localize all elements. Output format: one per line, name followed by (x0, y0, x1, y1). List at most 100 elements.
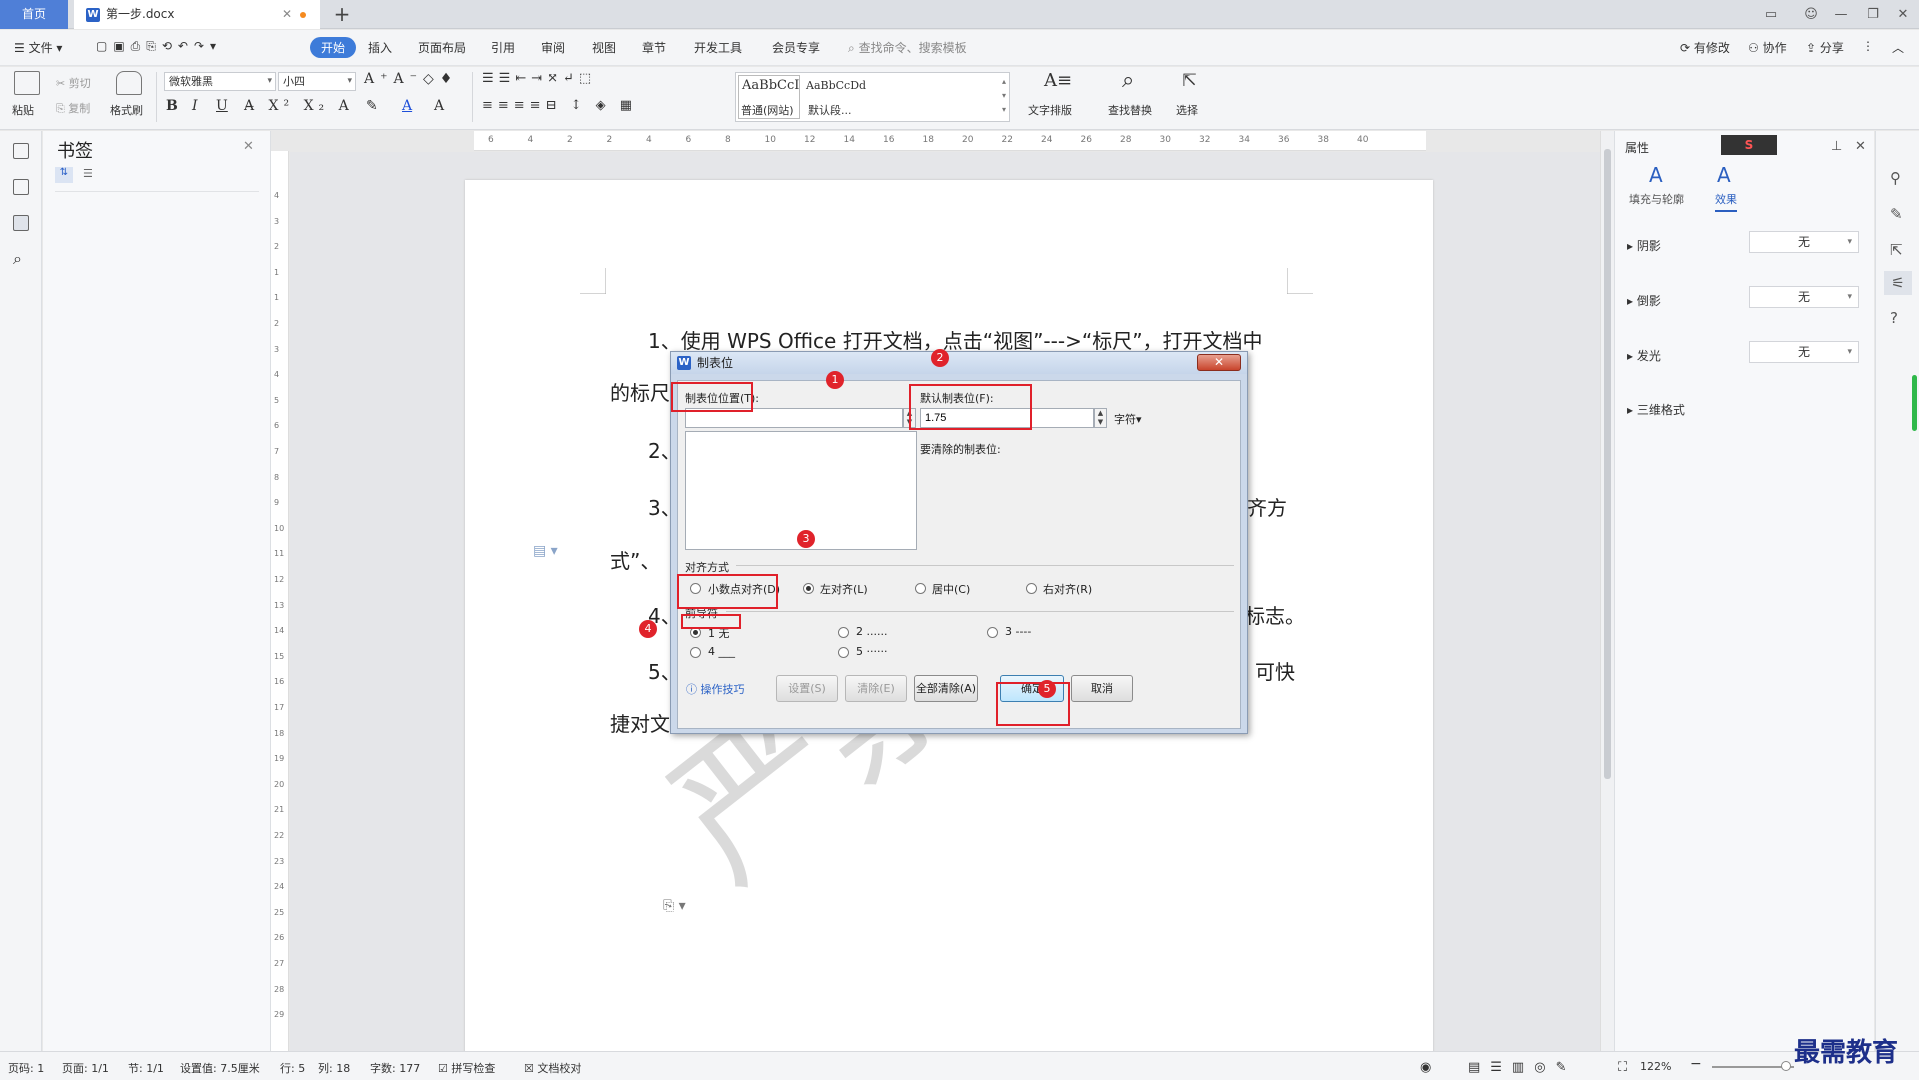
menu-chapter[interactable]: 章节 (642, 39, 666, 56)
menu-insert[interactable]: 插入 (368, 39, 392, 56)
list-icons[interactable]: ☰☰⇤⇥⤧↵⬚ (482, 71, 596, 86)
char-border-icon[interactable]: A (434, 98, 444, 114)
leader-dash-radio[interactable] (987, 627, 998, 638)
settings-sliders-icon[interactable]: ⚟ (1884, 271, 1912, 295)
align-left-radio[interactable] (803, 583, 814, 594)
menu-review[interactable]: 审阅 (541, 39, 565, 56)
tab-document[interactable]: W 第一步.docx ✕ (74, 0, 320, 29)
dialog-close-button[interactable]: ✕ (1197, 354, 1241, 371)
cut-button[interactable]: ✂ 剪切 (56, 75, 91, 91)
bold-icon[interactable]: B (166, 98, 178, 114)
menu-start[interactable]: 开始 (310, 37, 357, 58)
bookmark-icon[interactable] (13, 215, 29, 231)
doc-proof-button[interactable]: ☒ 文档校对 (524, 1060, 581, 1076)
list-view-icon[interactable]: ☰ (83, 167, 93, 180)
copy-button[interactable]: ⎘ 复制 (56, 100, 90, 116)
command-search[interactable]: ⌕ 查找命令、搜索模板 (848, 39, 967, 56)
close-window-icon[interactable]: ✕ (1888, 0, 1918, 29)
menu-view[interactable]: 视图 (592, 39, 616, 56)
zoom-out-icon[interactable]: − (1690, 1056, 1702, 1072)
close-panel-icon[interactable]: ✕ (1855, 139, 1866, 154)
clear-all-button[interactable]: 全部清除(A) (914, 675, 978, 702)
view-mode-icons[interactable]: ▤☰▥◎✎ (1468, 1060, 1576, 1075)
format-painter-icon[interactable] (116, 71, 142, 95)
status-page-num[interactable]: 页码: 1 (8, 1060, 44, 1076)
prop-shadow-select[interactable]: 无 (1749, 231, 1859, 253)
horizontal-ruler[interactable]: 6 4 2 2 4 6 8 10 12 14 16 18 20 22 24 26 28 30 32 34 36 38 40 (474, 131, 1426, 151)
font-color-icon[interactable]: A (402, 98, 412, 114)
user-avatar-icon[interactable]: ☺ (1796, 0, 1826, 29)
align-left-label[interactable]: 左对齐(L) (820, 581, 868, 597)
font-select[interactable]: 微软雅黑 (164, 72, 276, 91)
menu-vip[interactable]: 会员专享 (772, 39, 820, 56)
select-cursor-icon[interactable]: ⇱ (1182, 70, 1197, 91)
chapter-icon[interactable] (13, 179, 29, 195)
quick-access-icons[interactable]: ▢▣⎙⎘⟲↶↷▾ (96, 39, 222, 54)
share-button[interactable]: ⇪ 分享 (1806, 39, 1844, 56)
prop-row-reflection[interactable]: ▸ 倒影 (1627, 292, 1661, 309)
font-effects-icons[interactable]: A̶ X² X₂ A (244, 98, 354, 114)
format-painter-label[interactable]: 格式刷 (110, 102, 143, 118)
paragraph-handle-icon[interactable]: ▤ ▾ (533, 543, 558, 559)
status-words[interactable]: 字数: 177 (370, 1060, 420, 1076)
leader-dash-label[interactable]: 3 ---- (1005, 625, 1031, 638)
zoom-level[interactable]: 122% (1640, 1060, 1671, 1073)
restore-icon[interactable]: ❐ (1858, 0, 1888, 29)
close-pane-icon[interactable]: ✕ (243, 139, 254, 154)
find-replace-label[interactable]: 查找替换 (1108, 102, 1152, 118)
spell-check-button[interactable]: ☑ 拼写检查 (438, 1060, 495, 1076)
collaborate-button[interactable]: ⚇ 协作 (1748, 39, 1787, 56)
prop-glow-select[interactable]: 无 (1749, 341, 1859, 363)
tab-fill-outline[interactable]: 填充与轮廓 (1629, 191, 1684, 207)
text-layout-label[interactable]: 文字排版 (1028, 102, 1072, 118)
underline-icon[interactable]: U (216, 98, 228, 114)
pin-icon[interactable]: ⊥ (1831, 139, 1842, 154)
collapse-ribbon-icon[interactable]: ︿ (1892, 39, 1904, 56)
font-grow-shrink-icons[interactable]: A⁺A⁻◇♦ (364, 71, 458, 87)
eye-protection-icon[interactable]: ◉ (1420, 1060, 1431, 1075)
has-changes-button[interactable]: ⟳ 有修改 (1680, 39, 1730, 56)
clear-button[interactable]: 清除(E) (845, 675, 907, 702)
search-icon[interactable]: ⌕ (13, 249, 22, 269)
default-tab-spinner[interactable]: ▲ ▼ (1094, 408, 1107, 428)
leader-underline-radio[interactable] (690, 647, 701, 658)
fill-outline-icon[interactable]: A (1649, 163, 1663, 187)
align-center-label[interactable]: 居中(C) (932, 581, 970, 597)
prop-reflection-select[interactable]: 无 (1749, 286, 1859, 308)
menu-developer[interactable]: 开发工具 (694, 39, 742, 56)
style-gallery-scroll[interactable]: ▴ ▾ ▾ (1002, 75, 1006, 117)
style-gallery[interactable]: AaBbCcI 普通(网站) AaBbCcDd 默认段... ▴ ▾ ▾ (735, 72, 1010, 122)
align-right-label[interactable]: 右对齐(R) (1043, 581, 1092, 597)
find-replace-icon[interactable]: ⌕ (1122, 68, 1134, 93)
rocket-icon[interactable]: ⚲ (1890, 169, 1901, 187)
vertical-ruler[interactable]: 4 3 2 1 1 2 3 4 5 6 7 8 9 10 11 12 13 14 15 16 17 18 19 20 21 22 2… (271, 151, 289, 1051)
edit-icon[interactable]: ✎ (1890, 205, 1903, 223)
more-icon[interactable]: ⋮ (1862, 39, 1874, 53)
zoom-slider-handle[interactable] (1781, 1061, 1791, 1071)
close-tab-icon[interactable]: ✕ (282, 0, 292, 29)
leader-dots-radio[interactable] (838, 627, 849, 638)
effect-icon[interactable]: A (1717, 163, 1731, 187)
menu-reference[interactable]: 引用 (491, 39, 515, 56)
align-icons[interactable]: ≡≡≡≡⊟ ↕ ◈ ▦ (482, 98, 637, 113)
cursor-icon[interactable]: ⇱ (1890, 241, 1903, 259)
ime-icon[interactable]: S (1721, 135, 1777, 155)
sort-icon[interactable]: ⇅ (55, 167, 73, 183)
help-icon[interactable]: ? (1890, 309, 1898, 327)
align-center-radio[interactable] (915, 583, 926, 594)
navigation-icon[interactable] (13, 143, 29, 159)
paste-icon[interactable] (14, 71, 40, 95)
new-tab-button[interactable]: + (328, 0, 356, 29)
highlight-icon[interactable]: ✎ (366, 98, 378, 114)
window-layout-icon[interactable]: ▭ (1756, 0, 1786, 29)
text-layout-icon[interactable]: A≡ (1044, 70, 1072, 91)
tab-home[interactable]: 首页 (0, 0, 68, 29)
tips-link[interactable]: ⓘ 操作技巧 (686, 681, 745, 697)
prop-row-3d[interactable]: ▸ 三维格式 (1627, 401, 1685, 418)
cancel-button[interactable]: 取消 (1071, 675, 1133, 702)
leader-dots-label[interactable]: 2 ...... (856, 625, 887, 638)
tab-effect[interactable]: 效果 (1715, 191, 1737, 212)
select-label[interactable]: 选择 (1176, 102, 1198, 118)
scroll-thumb[interactable] (1604, 149, 1611, 779)
italic-icon[interactable]: I (192, 98, 198, 114)
